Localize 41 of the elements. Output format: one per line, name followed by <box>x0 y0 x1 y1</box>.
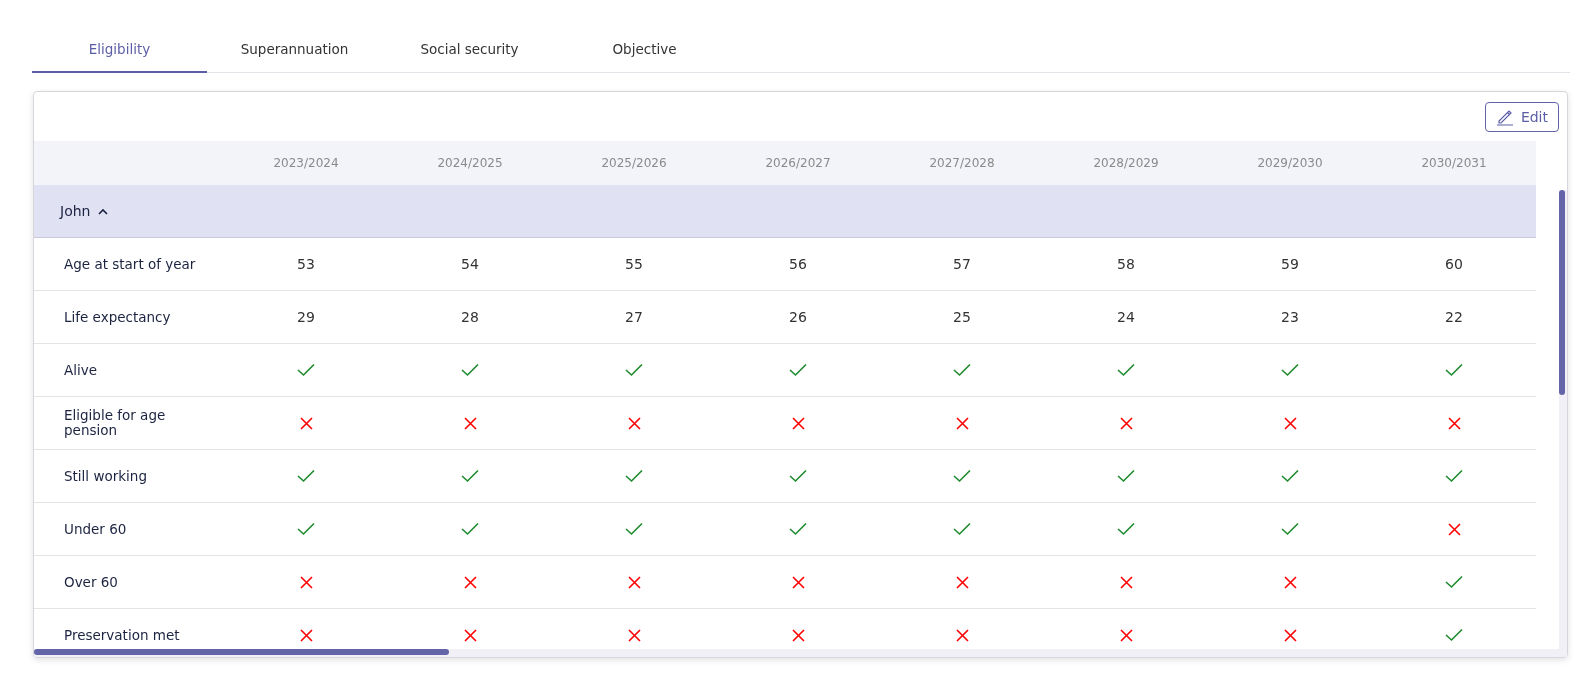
column-header: 2026/2027 <box>716 141 880 185</box>
column-header: 2027/2028 <box>880 141 1044 185</box>
row-label: Still working <box>34 450 224 503</box>
column-header: 2028/2029 <box>1044 141 1208 185</box>
tab[interactable]: Objective <box>557 26 732 73</box>
row-label: Eligible for age pension <box>34 397 224 450</box>
table-cell: 60 <box>1372 238 1536 291</box>
column-header: 2025/2026 <box>552 141 716 185</box>
table-cell: 58 <box>1044 238 1208 291</box>
group-name: John <box>60 203 91 219</box>
column-header: 2024/2025 <box>388 141 552 185</box>
table-cell: 25 <box>880 291 1044 344</box>
table-cell: 55 <box>552 238 716 291</box>
horizontal-scrollbar[interactable] <box>34 649 1559 657</box>
chevron-up-icon[interactable] <box>98 207 109 215</box>
table-cell: 54 <box>388 238 552 291</box>
table-cell: 23 <box>1208 291 1372 344</box>
table-cell: 53 <box>224 238 388 291</box>
table-cell: 57 <box>880 238 1044 291</box>
table-cell: 22 <box>1372 291 1536 344</box>
tab[interactable]: Eligibility <box>32 26 207 73</box>
table-cell: 24 <box>1044 291 1208 344</box>
edit-button[interactable]: Edit <box>1484 101 1559 132</box>
table-cell: 26 <box>716 291 880 344</box>
row-label: Alive <box>34 344 224 397</box>
table-cell: 56 <box>716 238 880 291</box>
column-header: 2030/2031 <box>1372 141 1536 185</box>
table-cell: 29 <box>224 291 388 344</box>
tab[interactable]: Superannuation <box>207 26 382 73</box>
row-label: Life expectancy <box>34 291 224 344</box>
column-header: 2023/2024 <box>224 141 388 185</box>
row-label: Age at start of year <box>34 238 224 291</box>
row-label: Under 60 <box>34 503 224 556</box>
row-label: Over 60 <box>34 556 224 609</box>
tab[interactable]: Social security <box>382 26 557 73</box>
column-header: 2029/2030 <box>1208 141 1372 185</box>
table-cell: 28 <box>388 291 552 344</box>
table-cell: 59 <box>1208 238 1372 291</box>
table-cell: 27 <box>552 291 716 344</box>
vertical-scrollbar[interactable] <box>1559 190 1567 657</box>
group-row[interactable]: John <box>34 185 1536 238</box>
